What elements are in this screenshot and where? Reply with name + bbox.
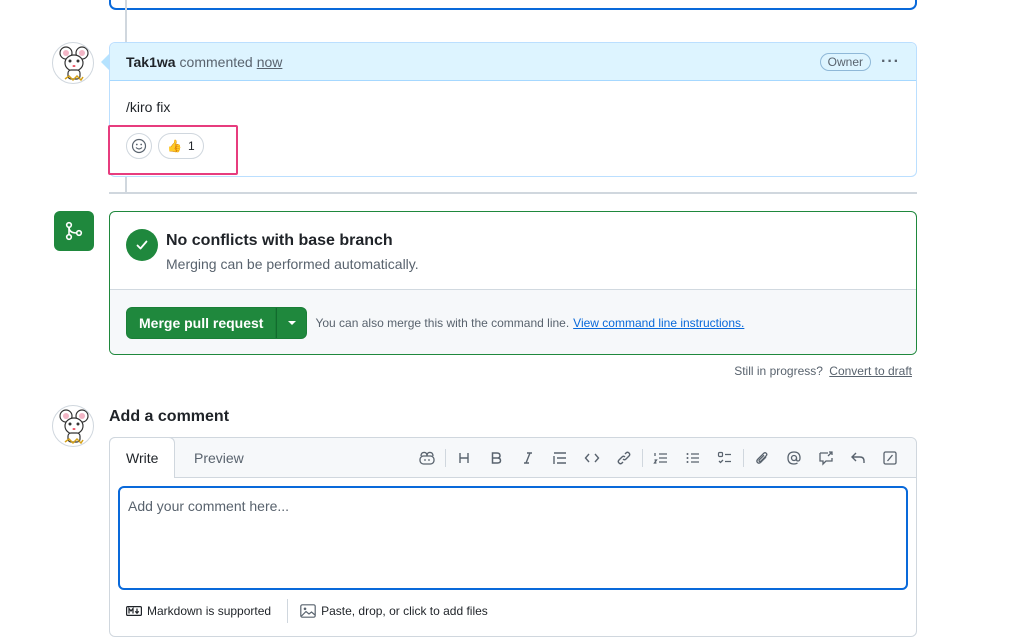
toolbar-divider <box>743 449 744 467</box>
code-icon <box>584 453 600 463</box>
attach-file-button[interactable] <box>746 442 778 474</box>
toolbar-divider <box>445 449 446 467</box>
mouse-avatar-icon <box>59 46 89 82</box>
image-icon <box>300 604 316 618</box>
comment-editor: Write Preview Add your comment here... M… <box>109 437 917 637</box>
saved-reply-button[interactable] <box>842 442 874 474</box>
italic-icon <box>524 452 532 464</box>
comment-header: Tak1wa commented now Owner ··· <box>110 43 916 81</box>
reply-icon <box>851 452 865 463</box>
annotation-highlight <box>108 125 238 175</box>
convert-to-draft-link[interactable]: Convert to draft <box>829 364 912 378</box>
mention-button[interactable] <box>778 442 810 474</box>
mention-icon <box>787 451 801 465</box>
bold-button[interactable] <box>480 442 512 474</box>
comment-action: commented <box>179 53 253 70</box>
merge-pull-request-button[interactable]: Merge pull request <box>126 306 277 339</box>
slash-command-button[interactable] <box>874 442 906 474</box>
italic-button[interactable] <box>512 442 544 474</box>
draft-line: Still in progress? Convert to draft <box>734 364 912 378</box>
command-line-instructions-link[interactable]: View command line instructions. <box>573 316 744 330</box>
reactions-bar: 👍 1 <box>126 133 900 159</box>
tab-preview[interactable]: Preview <box>178 438 260 478</box>
timeline-separator <box>109 192 917 194</box>
footer-divider <box>287 599 289 623</box>
heading-icon <box>459 453 469 463</box>
merge-cli-note: You can also merge this with the command… <box>315 315 570 330</box>
ordered-list-icon <box>653 453 667 464</box>
ordered-list-button[interactable] <box>645 442 677 474</box>
merge-box: No conflicts with base branch Merging ca… <box>109 211 917 355</box>
mouse-avatar-icon <box>59 409 89 445</box>
merge-status: No conflicts with base branch Merging ca… <box>110 212 916 290</box>
kebab-menu-icon[interactable]: ··· <box>881 53 900 71</box>
code-button[interactable] <box>576 442 608 474</box>
draft-prefix: Still in progress? <box>734 364 823 378</box>
merge-status-title: No conflicts with base branch <box>166 232 393 249</box>
comment-textarea[interactable] <box>118 486 908 590</box>
markdown-note: Markdown is supported <box>147 604 272 618</box>
merge-status-icon <box>54 211 94 251</box>
check-circle-icon <box>126 229 158 261</box>
editor-footer: Markdown is supported Paste, drop, or cl… <box>126 599 488 623</box>
timeline-line <box>125 0 127 42</box>
merge-status-subtitle: Merging can be performed automatically. <box>166 256 419 272</box>
reference-button[interactable] <box>810 442 842 474</box>
editor-header: Write Preview <box>109 437 916 478</box>
previous-timeline-item <box>109 0 917 10</box>
heading-button[interactable] <box>448 442 480 474</box>
avatar[interactable] <box>52 405 94 447</box>
tab-write[interactable]: Write <box>109 437 176 478</box>
slash-command-icon <box>883 451 897 465</box>
merge-options-dropdown[interactable] <box>276 306 308 339</box>
markdown-toolbar <box>411 438 906 478</box>
owner-badge: Owner <box>819 52 872 71</box>
comment-text: /kiro fix <box>126 99 171 115</box>
task-list-icon <box>717 451 731 464</box>
attach-files-note: Paste, drop, or click to add files <box>321 604 488 618</box>
link-icon <box>617 451 631 465</box>
comment-caret <box>101 54 109 70</box>
bold-icon <box>491 452 502 464</box>
copilot-icon <box>419 451 435 465</box>
timeline-line <box>125 177 127 193</box>
attach-files-button[interactable]: Paste, drop, or click to add files <box>300 604 488 618</box>
avatar[interactable] <box>52 42 94 84</box>
git-merge-icon <box>65 221 83 241</box>
markdown-icon <box>126 606 142 616</box>
add-comment-title: Add a comment <box>109 408 230 425</box>
markdown-help-link[interactable]: Markdown is supported <box>126 604 271 618</box>
merge-actions: Merge pull request You can also merge th… <box>110 290 916 354</box>
cross-reference-icon <box>819 451 833 466</box>
toolbar-divider <box>642 449 643 467</box>
unordered-list-button[interactable] <box>677 442 709 474</box>
task-list-button[interactable] <box>709 442 741 474</box>
paperclip-icon <box>756 452 768 464</box>
copilot-button[interactable] <box>411 442 443 474</box>
quote-icon <box>553 452 566 464</box>
comment-timestamp[interactable]: now <box>257 54 283 70</box>
check-icon <box>136 240 148 250</box>
quote-button[interactable] <box>544 442 576 474</box>
unordered-list-icon <box>686 453 699 463</box>
triangle-down-icon <box>287 320 296 325</box>
link-button[interactable] <box>608 442 640 474</box>
comment-author[interactable]: Tak1wa <box>126 54 176 70</box>
